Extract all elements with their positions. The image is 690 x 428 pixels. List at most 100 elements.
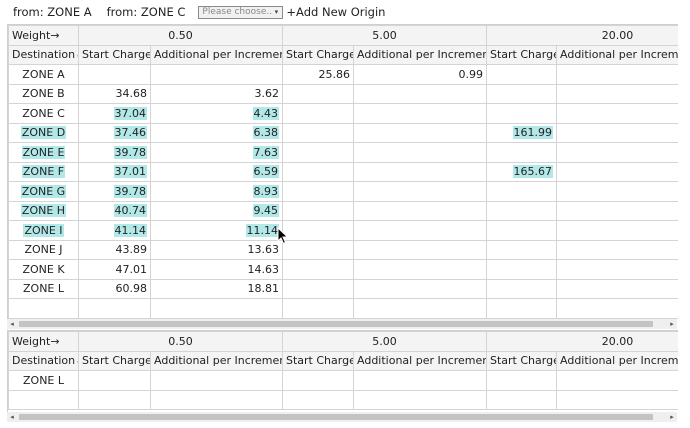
start-charge-cell[interactable] [282, 298, 354, 319]
additional-cell[interactable]: 18.81 [150, 278, 283, 299]
destination-cell[interactable] [8, 389, 79, 410]
additional-cell[interactable] [556, 142, 678, 163]
start-charge-cell[interactable] [486, 220, 557, 241]
additional-cell[interactable] [353, 200, 487, 221]
start-charge-cell[interactable] [282, 389, 354, 410]
additional-cell[interactable] [353, 83, 487, 104]
additional-cell[interactable]: 6.8 [556, 122, 678, 143]
scroll-left-icon[interactable]: ◂ [7, 319, 17, 329]
start-charge-cell[interactable] [486, 83, 557, 104]
additional-cell[interactable]: 8.93 [150, 181, 283, 202]
start-charge-cell[interactable] [78, 298, 151, 319]
additional-cell[interactable]: 4.43 [150, 103, 283, 124]
additional-cell[interactable]: 3.62 [150, 83, 283, 104]
destination-cell[interactable]: ZONE K [8, 259, 79, 280]
additional-cell[interactable] [353, 389, 487, 410]
start-charge-cell[interactable] [282, 181, 354, 202]
scroll-right-icon[interactable]: ▸ [667, 319, 677, 329]
destination-cell[interactable]: ZONE L [8, 370, 79, 391]
rate-table-2-scrollbar[interactable]: ◂ ▸ [7, 412, 677, 422]
additional-cell[interactable] [353, 259, 487, 280]
additional-cell[interactable] [150, 64, 283, 85]
additional-cell[interactable] [556, 298, 678, 319]
additional-cell[interactable] [556, 278, 678, 299]
additional-cell[interactable]: 7.63 [150, 142, 283, 163]
start-charge-cell[interactable]: 40.74 [78, 200, 151, 221]
start-charge-cell[interactable] [486, 103, 557, 124]
additional-cell[interactable] [353, 298, 487, 319]
additional-cell[interactable] [353, 239, 487, 260]
additional-cell[interactable] [353, 103, 487, 124]
additional-cell[interactable] [353, 370, 487, 391]
additional-cell[interactable] [150, 370, 283, 391]
start-charge-cell[interactable]: 34.68 [78, 83, 151, 104]
additional-cell[interactable] [556, 259, 678, 280]
start-charge-cell[interactable] [282, 278, 354, 299]
additional-cell[interactable] [556, 200, 678, 221]
additional-cell[interactable]: 0.99 [353, 64, 487, 85]
start-charge-cell[interactable] [282, 200, 354, 221]
additional-cell[interactable]: 6.5 [556, 161, 678, 182]
destination-cell[interactable]: ZONE J [8, 239, 79, 260]
additional-cell[interactable]: 14.63 [150, 259, 283, 280]
start-charge-cell[interactable]: 25.86 [282, 64, 354, 85]
start-charge-cell[interactable] [486, 389, 557, 410]
destination-cell[interactable]: ZONE C [8, 103, 79, 124]
start-charge-cell[interactable] [282, 259, 354, 280]
additional-cell[interactable] [556, 103, 678, 124]
destination-cell[interactable]: ZONE H [8, 200, 79, 221]
start-charge-cell[interactable] [78, 389, 151, 410]
start-charge-cell[interactable] [486, 142, 557, 163]
start-charge-cell[interactable] [282, 83, 354, 104]
add-new-origin-link[interactable]: +Add New Origin [286, 5, 385, 19]
start-charge-cell[interactable]: 39.78 [78, 142, 151, 163]
additional-cell[interactable] [556, 370, 678, 391]
additional-cell[interactable] [556, 83, 678, 104]
start-charge-cell[interactable]: 43.89 [78, 239, 151, 260]
additional-cell[interactable]: 6.38 [150, 122, 283, 143]
destination-cell[interactable]: ZONE B [8, 83, 79, 104]
start-charge-cell[interactable]: 37.01 [78, 161, 151, 182]
additional-cell[interactable]: 11.14 [150, 220, 283, 241]
destination-header[interactable]: Destination↓ [8, 44, 79, 65]
additional-cell[interactable] [556, 389, 678, 410]
additional-cell[interactable] [353, 278, 487, 299]
additional-cell[interactable] [556, 181, 678, 202]
start-charge-cell[interactable] [486, 298, 557, 319]
destination-cell[interactable]: ZONE F [8, 161, 79, 182]
additional-cell[interactable] [556, 64, 678, 85]
start-charge-cell[interactable]: 37.46 [78, 122, 151, 143]
additional-cell[interactable] [353, 122, 487, 143]
destination-cell[interactable]: ZONE I [8, 220, 79, 241]
additional-cell[interactable] [353, 181, 487, 202]
destination-header[interactable]: Destination↓ [8, 350, 79, 371]
additional-cell[interactable] [353, 142, 487, 163]
additional-cell[interactable] [556, 220, 678, 241]
rate-table-scrollbar[interactable]: ◂ ▸ [7, 319, 677, 329]
additional-cell[interactable]: 6.59 [150, 161, 283, 182]
destination-cell[interactable]: ZONE E [8, 142, 79, 163]
additional-cell[interactable] [353, 161, 487, 182]
start-charge-cell[interactable]: 161.99 [486, 122, 557, 143]
start-charge-cell[interactable] [486, 200, 557, 221]
scroll-left-icon[interactable]: ◂ [7, 412, 17, 422]
start-charge-cell[interactable]: 37.04 [78, 103, 151, 124]
origin-tab-zone-a[interactable]: from: ZONE A [13, 5, 92, 19]
additional-cell[interactable] [150, 389, 283, 410]
start-charge-cell[interactable] [486, 181, 557, 202]
scroll-right-icon[interactable]: ▸ [667, 412, 677, 422]
start-charge-cell[interactable] [282, 103, 354, 124]
start-charge-cell[interactable] [282, 370, 354, 391]
start-charge-cell[interactable] [282, 142, 354, 163]
start-charge-cell[interactable] [282, 161, 354, 182]
destination-cell[interactable]: ZONE G [8, 181, 79, 202]
start-charge-cell[interactable] [486, 370, 557, 391]
additional-cell[interactable] [150, 298, 283, 319]
additional-cell[interactable]: 9.45 [150, 200, 283, 221]
additional-cell[interactable] [556, 239, 678, 260]
start-charge-cell[interactable] [486, 64, 557, 85]
start-charge-cell[interactable] [78, 370, 151, 391]
start-charge-cell[interactable] [486, 239, 557, 260]
start-charge-cell[interactable]: 41.14 [78, 220, 151, 241]
origin-select[interactable]: Please choose.. ▾ [198, 5, 284, 19]
